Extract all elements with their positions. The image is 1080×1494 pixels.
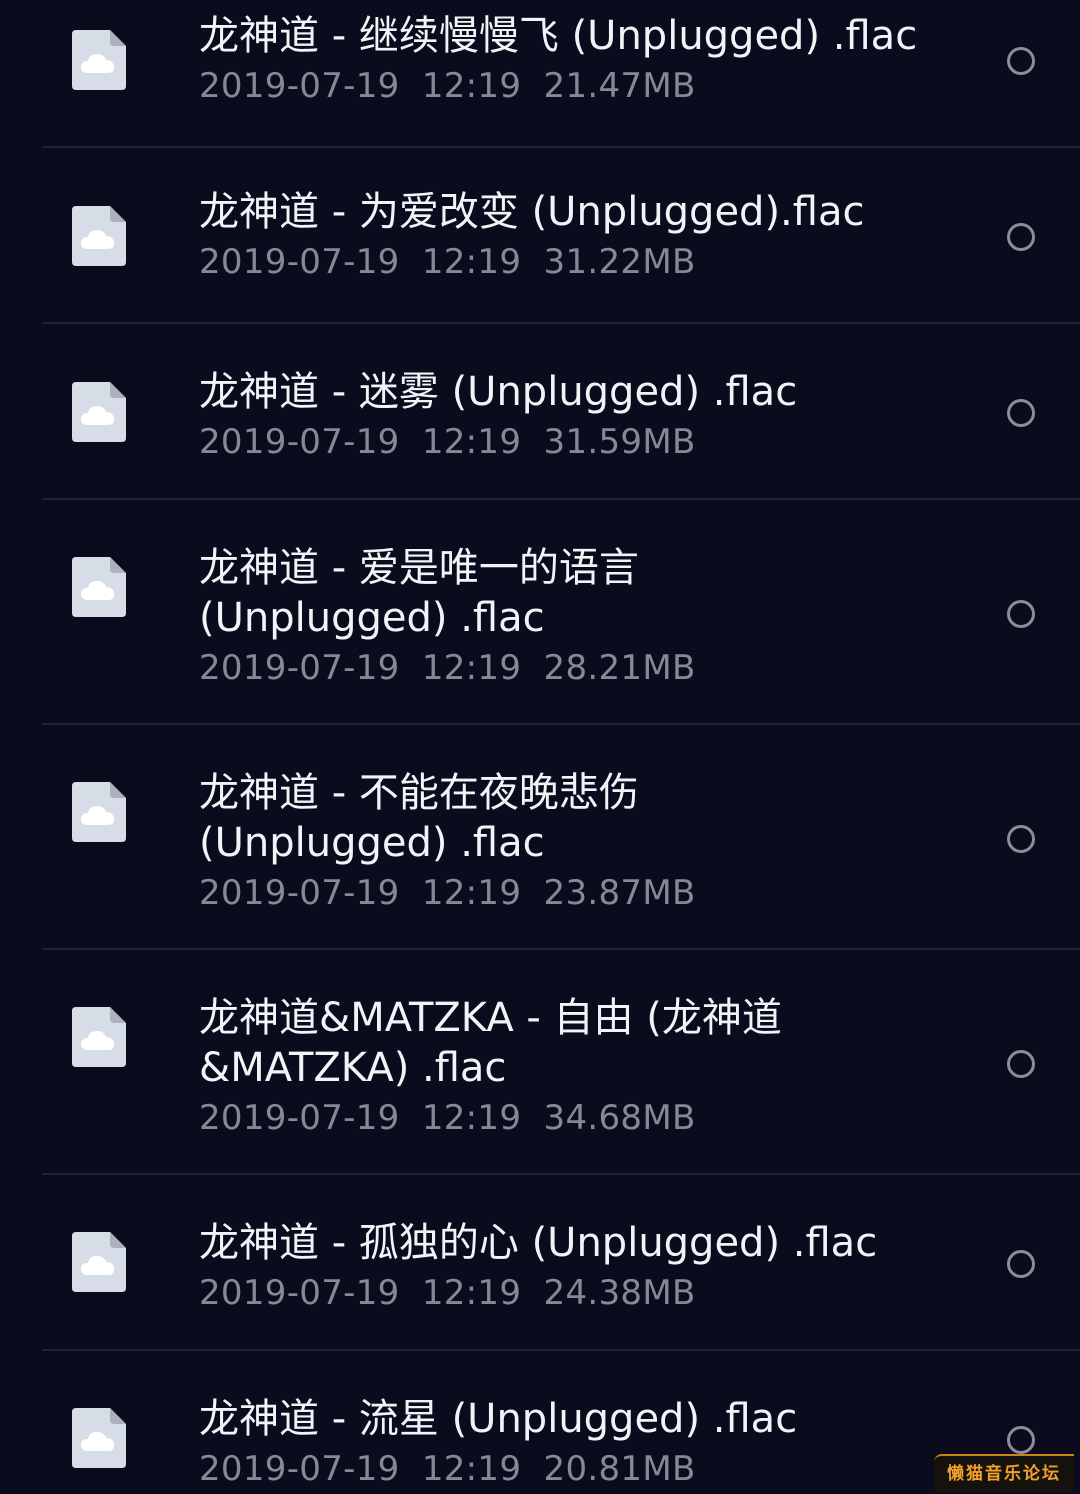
- file-date: 2019-07-19: [199, 66, 400, 106]
- file-date: 2019-07-19: [199, 422, 400, 462]
- file-row[interactable]: 龙神道 - 迷雾 (Unplugged) .flac 2019-07-19 12…: [0, 324, 1080, 500]
- file-row[interactable]: 龙神道 - 继续慢慢飞 (Unplugged) .flac 2019-07-19…: [0, 0, 1080, 148]
- file-text: 龙神道 - 为爱改变 (Unplugged).flac 2019-07-19 1…: [199, 187, 969, 287]
- file-name: 龙神道 - 孤独的心 (Unplugged) .flac: [199, 1220, 878, 1266]
- file-text: 龙神道 - 迷雾 (Unplugged) .flac 2019-07-19 12…: [199, 367, 969, 467]
- file-name-continued: &MATZKA) .flac: [199, 1045, 507, 1091]
- file-meta: 2019-07-19 12:19 31.22MB: [199, 237, 969, 287]
- file-name: 龙神道 - 为爱改变 (Unplugged).flac: [199, 189, 865, 235]
- file-date: 2019-07-19: [199, 1098, 400, 1138]
- select-radio[interactable]: [1007, 1250, 1035, 1278]
- select-radio[interactable]: [1007, 399, 1035, 427]
- file-time: 12:19: [421, 873, 522, 913]
- file-name: 龙神道 - 继续慢慢飞 (Unplugged) .flac: [199, 13, 918, 59]
- cloud-file-icon: [72, 1007, 126, 1067]
- file-text: 龙神道 - 孤独的心 (Unplugged) .flac 2019-07-19 …: [199, 1218, 969, 1318]
- file-time: 12:19: [421, 648, 522, 688]
- file-meta: 2019-07-19 12:19 21.47MB: [199, 61, 969, 111]
- file-size: 21.47MB: [543, 66, 696, 106]
- file-date: 2019-07-19: [199, 648, 400, 688]
- file-time: 12:19: [421, 242, 522, 282]
- file-name: 龙神道&MATZKA - 自由 (龙神道: [199, 995, 782, 1041]
- file-name: 龙神道 - 爱是唯一的语言: [199, 545, 639, 591]
- select-radio[interactable]: [1007, 47, 1035, 75]
- file-text: 龙神道 - 爱是唯一的语言 (Unplugged) .flac 2019-07-…: [199, 543, 969, 693]
- select-radio[interactable]: [1007, 825, 1035, 853]
- file-size: 28.21MB: [543, 648, 696, 688]
- file-name-continued: (Unplugged) .flac: [199, 595, 545, 641]
- file-row[interactable]: 龙神道&MATZKA - 自由 (龙神道 &MATZKA) .flac 2019…: [0, 950, 1080, 1175]
- file-meta: 2019-07-19 12:19 34.68MB: [199, 1093, 969, 1143]
- file-meta: 2019-07-19 12:19 31.59MB: [199, 417, 969, 467]
- file-row[interactable]: 龙神道 - 孤独的心 (Unplugged) .flac 2019-07-19 …: [0, 1175, 1080, 1351]
- cloud-file-icon: [72, 30, 126, 90]
- file-row[interactable]: 龙神道 - 爱是唯一的语言 (Unplugged) .flac 2019-07-…: [0, 500, 1080, 725]
- cloud-file-icon: [72, 1408, 126, 1468]
- file-size: 31.22MB: [543, 242, 696, 282]
- file-row[interactable]: 龙神道 - 不能在夜晚悲伤 (Unplugged) .flac 2019-07-…: [0, 725, 1080, 950]
- file-name: 龙神道 - 迷雾 (Unplugged) .flac: [199, 369, 798, 415]
- file-name-continued: (Unplugged) .flac: [199, 820, 545, 866]
- file-date: 2019-07-19: [199, 1273, 400, 1313]
- file-row[interactable]: 龙神道 - 为爱改变 (Unplugged).flac 2019-07-19 1…: [0, 148, 1080, 324]
- cloud-file-icon: [72, 782, 126, 842]
- file-text: 龙神道 - 不能在夜晚悲伤 (Unplugged) .flac 2019-07-…: [199, 768, 969, 918]
- file-size: 34.68MB: [543, 1098, 696, 1138]
- cloud-file-icon: [72, 557, 126, 617]
- file-meta: 2019-07-19 12:19 23.87MB: [199, 868, 969, 918]
- cloud-file-icon: [72, 382, 126, 442]
- file-time: 12:19: [421, 422, 522, 462]
- file-time: 12:19: [421, 1098, 522, 1138]
- file-size: 20.81MB: [543, 1449, 696, 1489]
- select-radio[interactable]: [1007, 1050, 1035, 1078]
- file-meta: 2019-07-19 12:19 24.38MB: [199, 1268, 969, 1318]
- file-text: 龙神道 - 流星 (Unplugged) .flac 2019-07-19 12…: [199, 1394, 969, 1494]
- select-radio[interactable]: [1007, 223, 1035, 251]
- file-size: 23.87MB: [543, 873, 696, 913]
- file-size: 31.59MB: [543, 422, 696, 462]
- cloud-file-icon: [72, 206, 126, 266]
- file-time: 12:19: [421, 66, 522, 106]
- file-date: 2019-07-19: [199, 1449, 400, 1489]
- cloud-file-icon: [72, 1232, 126, 1292]
- file-date: 2019-07-19: [199, 873, 400, 913]
- file-time: 12:19: [421, 1273, 522, 1313]
- forum-watermark: 懒猫音乐论坛: [934, 1454, 1074, 1492]
- file-date: 2019-07-19: [199, 242, 400, 282]
- select-radio[interactable]: [1007, 1426, 1035, 1454]
- file-time: 12:19: [421, 1449, 522, 1489]
- file-meta: 2019-07-19 12:19 28.21MB: [199, 643, 969, 693]
- file-size: 24.38MB: [543, 1273, 696, 1313]
- select-radio[interactable]: [1007, 600, 1035, 628]
- file-row[interactable]: 龙神道 - 流星 (Unplugged) .flac 2019-07-19 12…: [0, 1351, 1080, 1492]
- file-text: 龙神道 - 继续慢慢飞 (Unplugged) .flac 2019-07-19…: [199, 11, 969, 111]
- file-name: 龙神道 - 流星 (Unplugged) .flac: [199, 1396, 798, 1442]
- file-text: 龙神道&MATZKA - 自由 (龙神道 &MATZKA) .flac 2019…: [199, 993, 969, 1143]
- file-name: 龙神道 - 不能在夜晚悲伤: [199, 770, 639, 816]
- file-meta: 2019-07-19 12:19 20.81MB: [199, 1444, 969, 1494]
